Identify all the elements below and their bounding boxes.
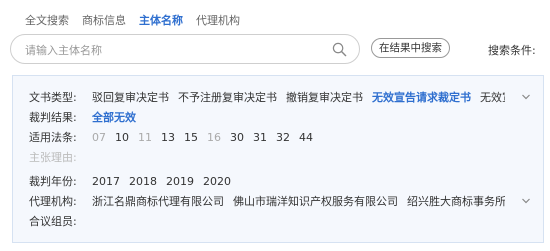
filter-option[interactable]: 撤销复审决定书 (286, 89, 363, 105)
search-type-tabs: 全文搜索 商标信息 主体名称 代理机构 (25, 12, 253, 28)
filter-option[interactable]: 浙江名鼎商标代理有限公司 (92, 193, 224, 209)
filter-option[interactable]: 32 (276, 131, 290, 144)
tab-fulltext[interactable]: 全文搜索 (25, 12, 69, 28)
filter-options: 全部无效 (92, 109, 505, 125)
filter-option[interactable]: 16 (207, 131, 221, 144)
filter-label: 文书类型: (29, 91, 77, 104)
chevron-down-icon[interactable] (521, 196, 531, 206)
filter-row-doc-type: 文书类型: 驳回复审决定书 不予注册复审决定书 撤销复审决定书 无效宣告请求裁定… (13, 88, 543, 106)
filter-option[interactable]: 31 (253, 131, 267, 144)
filter-options: 驳回复审决定书 不予注册复审决定书 撤销复审决定书 无效宣告请求裁定书 无效宣告 (92, 89, 505, 105)
filter-option[interactable]: 2020 (203, 175, 231, 188)
chevron-down-icon[interactable] (521, 92, 531, 102)
filter-label: 主张理由: (29, 151, 77, 164)
filter-option[interactable]: 驳回复审决定书 (92, 89, 169, 105)
filter-label: 裁判结果: (29, 111, 77, 124)
filter-option[interactable]: 30 (230, 131, 244, 144)
search-conditions-label: 搜索条件: (488, 44, 536, 57)
tab-entity-name[interactable]: 主体名称 (139, 12, 183, 28)
filter-label: 合议组员: (29, 215, 77, 228)
filter-row-year: 裁判年份: 2017 2018 2019 2020 (13, 172, 543, 190)
filter-option[interactable]: 44 (299, 131, 313, 144)
filter-option[interactable]: 不予注册复审决定书 (178, 89, 277, 105)
filter-option[interactable]: 07 (92, 131, 106, 144)
filter-row-law: 适用法条: 07 10 11 13 15 16 30 31 32 44 (13, 128, 543, 146)
filter-option[interactable]: 2019 (166, 175, 194, 188)
filter-option[interactable]: 2017 (92, 175, 120, 188)
filter-row-result: 裁判结果: 全部无效 (13, 108, 543, 126)
tab-trademark-info[interactable]: 商标信息 (82, 12, 126, 28)
filter-option[interactable]: 全部无效 (92, 109, 136, 125)
filter-option[interactable]: 无效宣告请求裁定书 (372, 89, 471, 105)
filter-option[interactable]: 2018 (129, 175, 157, 188)
search-box (10, 34, 360, 64)
filter-options: 2017 2018 2019 2020 (92, 175, 505, 188)
search-within-results-button[interactable]: 在结果中搜索 (371, 38, 450, 58)
tab-agency[interactable]: 代理机构 (196, 12, 240, 28)
filter-row-reason: 主张理由: (13, 148, 543, 166)
filter-panel: 文书类型: 驳回复审决定书 不予注册复审决定书 撤销复审决定书 无效宣告请求裁定… (12, 75, 544, 243)
filter-option[interactable]: 11 (138, 131, 152, 144)
filter-label: 代理机构: (29, 195, 77, 208)
filter-option[interactable]: 13 (161, 131, 175, 144)
filter-label: 裁判年份: (29, 175, 77, 188)
filter-option[interactable]: 绍兴胜大商标事务所有限公司 (407, 193, 505, 209)
search-icon[interactable] (332, 42, 347, 57)
filter-row-agency: 代理机构: 浙江名鼎商标代理有限公司 佛山市瑞洋知识产权服务有限公司 绍兴胜大商… (13, 192, 543, 210)
filter-option[interactable]: 无效宣告 (480, 89, 505, 105)
filter-option[interactable]: 佛山市瑞洋知识产权服务有限公司 (233, 193, 398, 209)
filter-option[interactable]: 15 (184, 131, 198, 144)
filter-row-panel-members: 合议组员: (13, 212, 543, 230)
filter-options: 07 10 11 13 15 16 30 31 32 44 (92, 131, 505, 144)
search-input[interactable] (25, 41, 325, 59)
filter-label: 适用法条: (29, 131, 77, 144)
filter-option[interactable]: 10 (115, 131, 129, 144)
filter-options: 浙江名鼎商标代理有限公司 佛山市瑞洋知识产权服务有限公司 绍兴胜大商标事务所有限… (92, 193, 505, 209)
